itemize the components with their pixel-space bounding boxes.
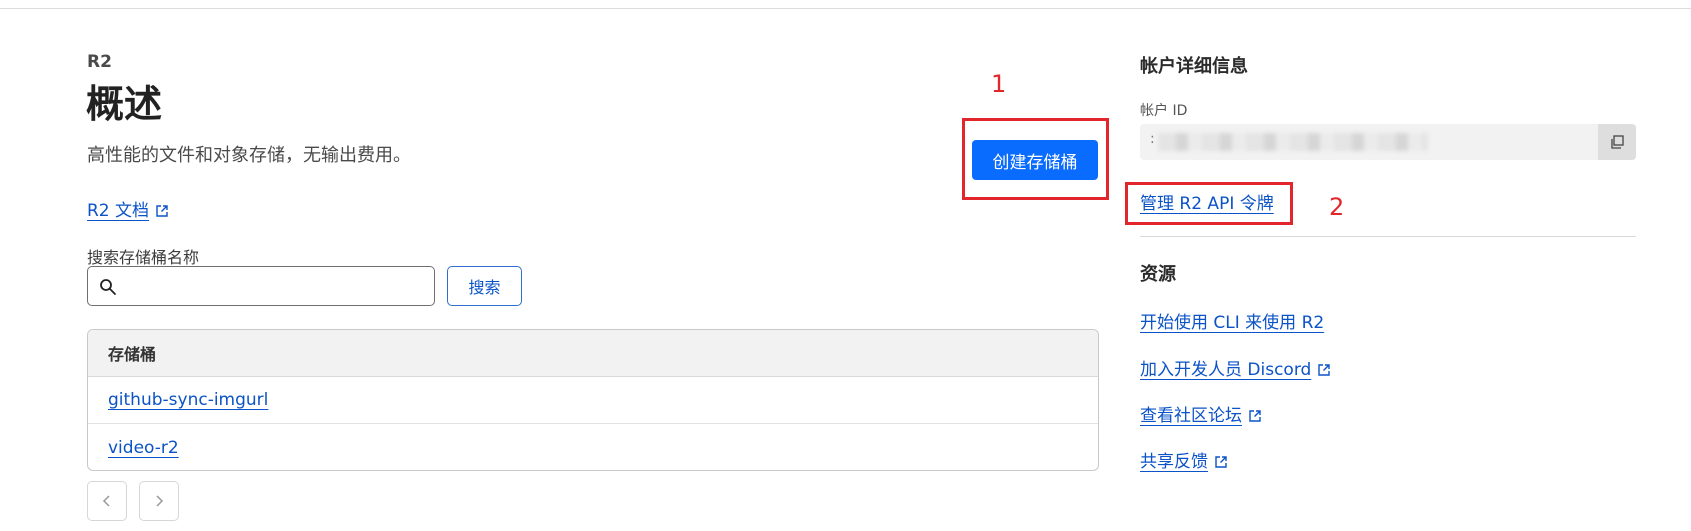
page-title: 概述 [86,82,163,126]
resource-link-forum[interactable]: 查看社区论坛 [1140,401,1262,426]
search-field[interactable] [87,266,435,306]
annotation-number-1: 1 [991,70,1007,98]
r2-docs-link[interactable]: R2 文档 [87,196,169,221]
resource-link-discord[interactable]: 加入开发人员 Discord [1140,355,1331,380]
previous-page-button[interactable] [87,481,127,521]
create-bucket-button[interactable]: 创建存储桶 [972,140,1098,180]
breadcrumb: R2 [87,52,112,72]
account-id-prefix: : [1150,131,1155,147]
section-divider [1140,236,1636,237]
buckets-table: 存储桶 github-sync-imgurl video-r2 [87,329,1099,471]
external-link-icon [1215,456,1227,468]
next-page-button[interactable] [139,481,179,521]
account-details-title: 帐户详细信息 [1140,56,1248,77]
copy-account-id-button[interactable] [1598,124,1636,160]
external-link-icon [1249,410,1261,422]
copy-icon [1611,135,1624,149]
account-id-field: : [1140,124,1636,160]
resources-title: 资源 [1140,264,1176,285]
column-header-bucket: 存储桶 [108,345,157,364]
table-row: github-sync-imgurl [88,377,1098,424]
external-link-icon [156,205,168,217]
bucket-link[interactable]: github-sync-imgurl [108,390,268,410]
resource-link-label: 开始使用 CLI 来使用 R2 [1140,313,1325,333]
external-link-icon [1318,364,1331,376]
top-divider [0,8,1691,9]
table-header: 存储桶 [88,330,1098,377]
resource-link-feedback[interactable]: 共享反馈 [1140,447,1228,472]
search-icon [100,279,116,295]
table-row: video-r2 [88,424,1098,470]
page-subtitle: 高性能的文件和对象存储，无输出费用。 [87,145,411,166]
search-input[interactable] [126,273,430,301]
search-label: 搜索存储桶名称 [87,248,200,267]
resource-link-label: 共享反馈 [1140,452,1208,472]
resource-link-label: 查看社区论坛 [1140,406,1242,426]
search-button[interactable]: 搜索 [447,266,522,306]
manage-api-tokens-link[interactable]: 管理 R2 API 令牌 [1140,189,1274,214]
resource-link-cli[interactable]: 开始使用 CLI 来使用 R2 [1140,308,1324,333]
redacted-account-id [1158,133,1428,151]
account-id-label: 帐户 ID [1140,103,1188,119]
r2-docs-link-label: R2 文档 [87,201,150,221]
bucket-link[interactable]: video-r2 [108,438,179,458]
annotation-number-2: 2 [1329,193,1345,221]
chevron-left-icon [102,495,110,507]
chevron-right-icon [156,495,164,507]
resource-link-label: 加入开发人员 Discord [1140,360,1312,380]
